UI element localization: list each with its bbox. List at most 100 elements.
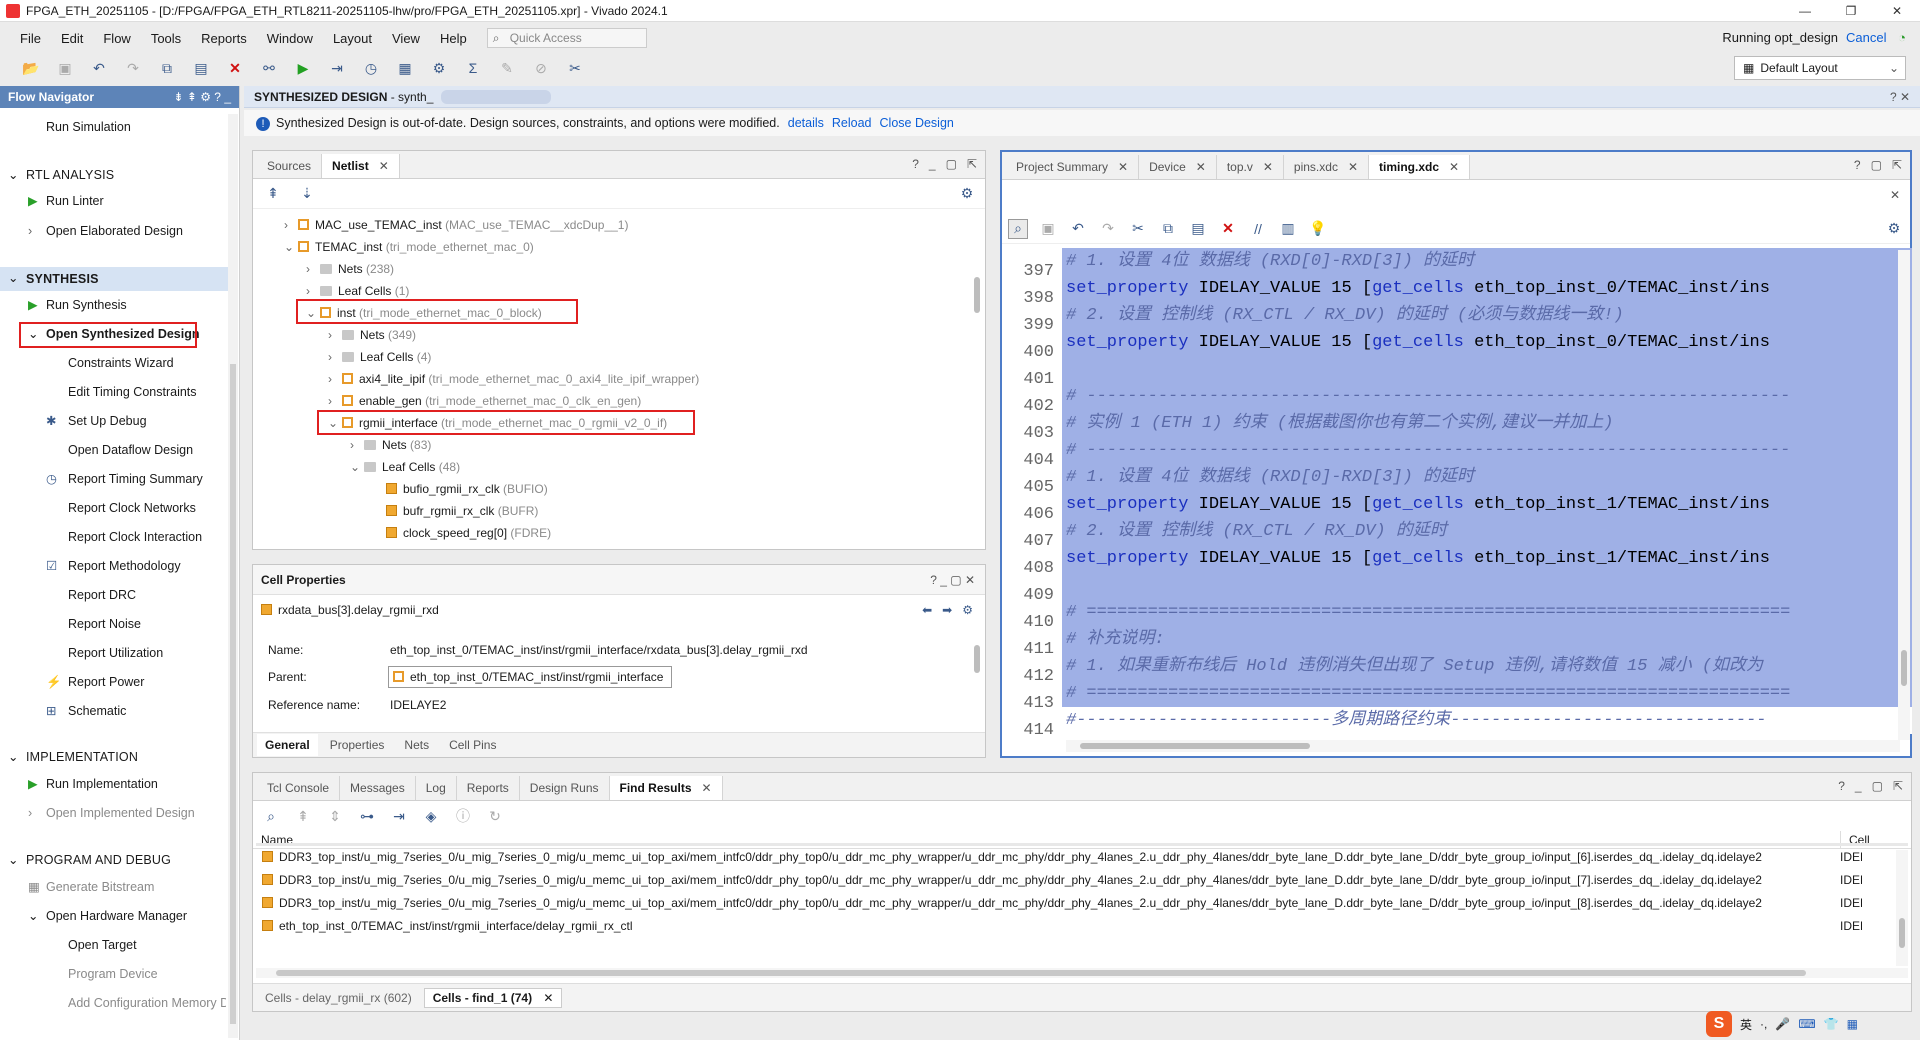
menu-help[interactable]: Help	[430, 31, 477, 46]
panel-controls[interactable]: ? _ ▢ ⇱	[1838, 779, 1903, 793]
panel-controls[interactable]: ? _ ▢ ✕	[930, 565, 975, 595]
restore-icon[interactable]: ❐	[1828, 0, 1874, 22]
tree-row[interactable]: bufio_rgmii_rx_clk (BUFIO)	[386, 478, 548, 500]
code-line[interactable]: 402# -----------------------------------…	[1004, 383, 1912, 420]
netlist-scrollbar[interactable]	[971, 217, 983, 547]
save-icon[interactable]: ▣	[1038, 219, 1058, 239]
nav-report-noise[interactable]: Report Noise	[68, 613, 141, 635]
undo-icon[interactable]: ↶	[86, 56, 112, 80]
code-line[interactable]: 405# 1. 设置 4位 数据线 (RXD[0]-RXD[3]) 的延时	[1004, 464, 1912, 501]
nav-section-rtl-analysis[interactable]: RTL ANALYSIS	[26, 164, 114, 186]
code-line[interactable]: 397# 1. 设置 4位 数据线 (RXD[0]-RXD[3]) 的延时	[1004, 248, 1912, 285]
close-icon[interactable]: ✕	[1890, 188, 1900, 202]
nav-set-up-debug[interactable]: Set Up Debug	[68, 410, 147, 432]
tab-cell-pins[interactable]: Cell Pins	[441, 738, 504, 752]
menu-view[interactable]: View	[382, 31, 430, 46]
minimize-icon[interactable]: —	[1782, 0, 1828, 22]
nav-section-program-debug[interactable]: PROGRAM AND DEBUG	[26, 849, 171, 871]
grid-icon[interactable]: ▦	[1847, 1017, 1858, 1031]
code-line[interactable]: 414#-------------------------多周期路径约束----…	[1004, 707, 1912, 734]
code-line[interactable]: 406set_property IDELAY_VALUE 15 [get_cel…	[1004, 491, 1912, 528]
tab-log[interactable]: Log	[416, 776, 457, 800]
props-scrollbar[interactable]	[971, 631, 983, 731]
flow-scrollbar[interactable]	[228, 114, 238, 1038]
expand-all-icon[interactable]: ⇕	[325, 806, 345, 826]
menu-flow[interactable]: Flow	[93, 31, 140, 46]
code-line[interactable]: 407# 2. 设置 控制线 (RX_CTL / RX_DV) 的延时	[1004, 518, 1912, 555]
tree-row[interactable]: clock_speed_reg[0] (FDRE)	[386, 522, 551, 544]
tab-reports[interactable]: Reports	[457, 776, 520, 800]
results-hscrollbar[interactable]	[256, 968, 1908, 978]
delete-icon[interactable]: ✕	[1218, 219, 1238, 239]
code-line[interactable]: 408set_property IDELAY_VALUE 15 [get_cel…	[1004, 545, 1912, 582]
collapse-all-icon[interactable]: ⇞	[263, 184, 283, 204]
tab-properties[interactable]: Properties	[322, 738, 393, 752]
mic-icon[interactable]: 🎤	[1775, 1017, 1790, 1031]
nav-report-utilization[interactable]: Report Utilization	[68, 642, 163, 664]
close-tab-icon[interactable]: ✕	[379, 159, 389, 173]
nav-section-synthesis[interactable]: SYNTHESIS	[26, 268, 99, 290]
tab-sources[interactable]: Sources	[257, 154, 323, 178]
code-line[interactable]: 410# ===================================…	[1004, 599, 1912, 636]
nav-generate-bitstream[interactable]: Generate Bitstream	[46, 876, 154, 898]
tree-row[interactable]: › Leaf Cells (4)	[328, 346, 431, 368]
nav-report-methodology[interactable]: Report Methodology	[68, 555, 181, 577]
select-icon[interactable]: ◈	[421, 806, 441, 826]
editor-hscrollbar[interactable]	[1066, 740, 1900, 752]
search-icon[interactable]: ⌕	[261, 806, 281, 826]
nav-open-target[interactable]: Open Target	[68, 934, 137, 956]
nav-open-dataflow-design[interactable]: Open Dataflow Design	[68, 439, 193, 461]
details-link[interactable]: details	[788, 116, 824, 130]
panel-controls[interactable]: ? ▢ ⇱	[1854, 158, 1902, 172]
quick-access-input[interactable]: Quick Access	[486, 28, 647, 48]
panel-controls[interactable]: ? _ ▢ ⇱	[912, 157, 977, 171]
timer-icon[interactable]: ◷	[358, 56, 384, 80]
nav-section-implementation[interactable]: IMPLEMENTATION	[26, 746, 138, 768]
menu-window[interactable]: Window	[257, 31, 323, 46]
redo-icon[interactable]: ↷	[120, 56, 146, 80]
result-row[interactable]: DDR3_top_inst/u_mig_7series_0/u_mig_7ser…	[262, 892, 1862, 915]
open-project-icon[interactable]: 📂	[18, 56, 44, 80]
result-tab-1[interactable]: Cells - delay_rgmii_rx (602)	[259, 991, 418, 1005]
tab-design-runs[interactable]: Design Runs	[520, 776, 610, 800]
ime-logo-icon[interactable]: S	[1706, 1011, 1732, 1037]
prop-parent-link[interactable]: eth_top_inst_0/TEMAC_inst/inst/rgmii_int…	[388, 666, 673, 688]
panel-controls[interactable]: ⇟ ⇞ ⚙ ? _	[173, 86, 231, 108]
header-controls[interactable]: ? ✕	[1890, 86, 1910, 108]
nav-section-impl-toggle[interactable]: ⌄	[8, 746, 18, 768]
copy-icon[interactable]: ⧉	[154, 56, 180, 80]
ime-lang[interactable]: 英	[1740, 1016, 1752, 1033]
save-icon[interactable]: ▣	[52, 56, 78, 80]
nav-constraints-wizard[interactable]: Constraints Wizard	[68, 352, 174, 374]
pen-icon[interactable]: ✎	[494, 56, 520, 80]
result-tab-2[interactable]: Cells - find_1 (74) ✕	[423, 987, 563, 1008]
nav-report-timing-summary[interactable]: Report Timing Summary	[68, 468, 203, 490]
nav-edit-timing-constraints[interactable]: Edit Timing Constraints	[68, 381, 197, 403]
nav-report-clock-networks[interactable]: Report Clock Networks	[68, 497, 196, 519]
tab-general[interactable]: General	[257, 734, 318, 756]
code-line[interactable]: 401	[1004, 356, 1912, 393]
menu-reports[interactable]: Reports	[191, 31, 257, 46]
nav-section-rtl-toggle[interactable]: ⌄	[8, 164, 18, 186]
nav-report-clock-interaction[interactable]: Report Clock Interaction	[68, 526, 202, 548]
tab-tcl-console[interactable]: Tcl Console	[257, 776, 341, 800]
tree-row[interactable]: › Nets (83)	[350, 434, 431, 456]
nav-section-program-toggle[interactable]: ⌄	[8, 849, 18, 871]
hierarchy-icon[interactable]: ⊶	[357, 806, 377, 826]
tab-top-v[interactable]: top.v ✕	[1217, 155, 1284, 179]
sigma-icon[interactable]: Σ	[460, 56, 486, 80]
bulb-icon[interactable]: 💡	[1308, 219, 1328, 239]
chevron-down-icon[interactable]: ⌄	[28, 905, 38, 927]
reload-link[interactable]: Reload	[832, 116, 872, 130]
code-line[interactable]: 411# 补充说明:	[1004, 626, 1912, 663]
gear-icon[interactable]: ⚙	[957, 184, 977, 204]
tab-timing-xdc[interactable]: timing.xdc ✕	[1369, 155, 1471, 179]
code-line[interactable]: 413# ===================================…	[1004, 680, 1912, 717]
find-icon[interactable]: ⚯	[256, 56, 282, 80]
copy-icon[interactable]: ⧉	[1158, 219, 1178, 239]
tree-row[interactable]: › axi4_lite_ipif (tri_mode_ethernet_mac_0…	[328, 368, 699, 390]
close-window-icon[interactable]: ✕	[1874, 0, 1920, 22]
tree-row[interactable]: bufr_rgmii_rx_clk (BUFR)	[386, 500, 538, 522]
cut-icon[interactable]: ✂	[1128, 219, 1148, 239]
cross-probe-icon[interactable]: ⊘	[528, 56, 554, 80]
